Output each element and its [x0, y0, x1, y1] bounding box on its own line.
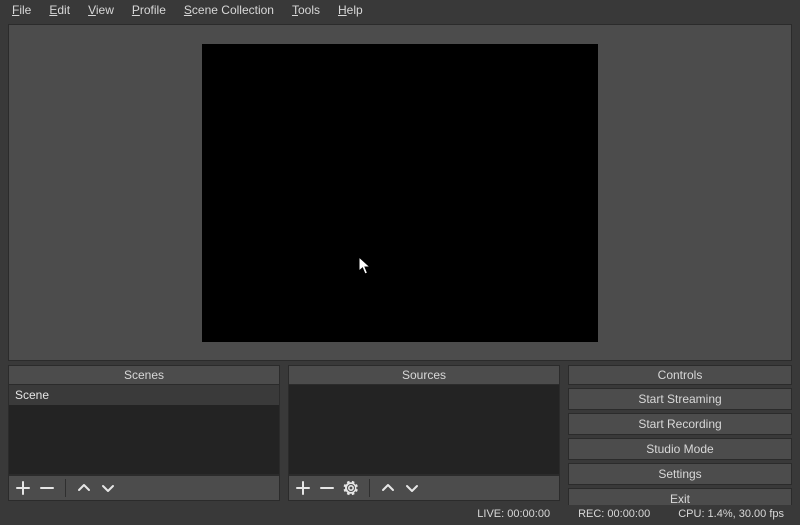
menu-tools[interactable]: Tools: [284, 2, 328, 18]
menu-view[interactable]: View: [80, 2, 122, 18]
menu-edit[interactable]: Edit: [41, 2, 78, 18]
preview-canvas[interactable]: [202, 44, 598, 342]
menu-bar: File Edit View Profile Scene Collection …: [0, 0, 800, 20]
sources-panel: Sources: [288, 365, 560, 501]
scenes-toolbar: [8, 475, 280, 501]
status-bar: LIVE: 00:00:00 REC: 00:00:00 CPU: 1.4%, …: [0, 505, 800, 525]
settings-button[interactable]: Settings: [568, 463, 792, 485]
menu-scene-collection[interactable]: Scene Collection: [176, 2, 282, 18]
status-live: LIVE: 00:00:00: [477, 508, 550, 520]
mouse-cursor-icon: [358, 256, 372, 276]
menu-profile[interactable]: Profile: [124, 2, 174, 18]
bottom-panels: Scenes Scene Sources: [0, 365, 800, 505]
minus-icon[interactable]: [317, 478, 337, 498]
controls-header: Controls: [568, 365, 792, 385]
chevron-down-icon[interactable]: [402, 478, 422, 498]
preview-area[interactable]: [8, 24, 792, 361]
toolbar-separator: [369, 479, 370, 497]
sources-toolbar: [288, 475, 560, 501]
controls-buttons: Start Streaming Start Recording Studio M…: [568, 385, 792, 510]
scenes-panel: Scenes Scene: [8, 365, 280, 501]
gear-icon[interactable]: [341, 478, 361, 498]
menu-file[interactable]: File: [4, 2, 39, 18]
chevron-up-icon[interactable]: [74, 478, 94, 498]
plus-icon[interactable]: [13, 478, 33, 498]
plus-icon[interactable]: [293, 478, 313, 498]
minus-icon[interactable]: [37, 478, 57, 498]
studio-mode-button[interactable]: Studio Mode: [568, 438, 792, 460]
sources-header: Sources: [288, 365, 560, 385]
status-rec: REC: 00:00:00: [578, 508, 650, 520]
chevron-up-icon[interactable]: [378, 478, 398, 498]
scenes-header: Scenes: [8, 365, 280, 385]
list-item[interactable]: Scene: [9, 385, 279, 405]
scenes-list[interactable]: Scene: [8, 385, 280, 475]
start-streaming-button[interactable]: Start Streaming: [568, 388, 792, 410]
controls-panel: Controls Start Streaming Start Recording…: [568, 365, 792, 501]
menu-help[interactable]: Help: [330, 2, 371, 18]
toolbar-separator: [65, 479, 66, 497]
status-cpu: CPU: 1.4%, 30.00 fps: [678, 508, 784, 520]
start-recording-button[interactable]: Start Recording: [568, 413, 792, 435]
chevron-down-icon[interactable]: [98, 478, 118, 498]
sources-list[interactable]: [288, 385, 560, 475]
